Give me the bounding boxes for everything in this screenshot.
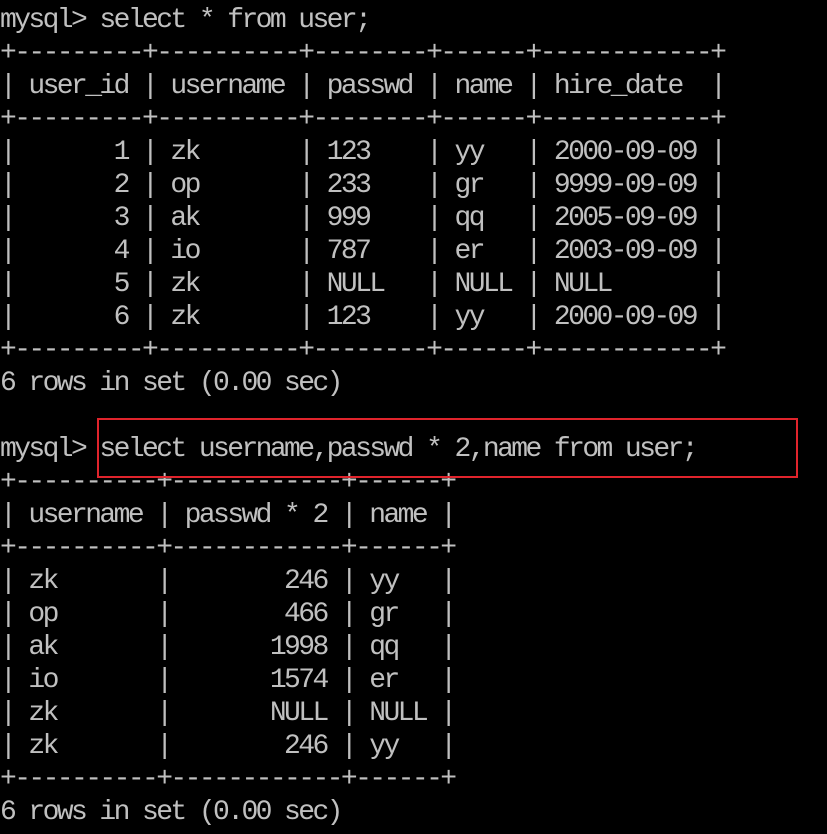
table2-border-top: +----------+------------+------+ xyxy=(0,467,457,498)
table2-row: | op | 466 | gr | xyxy=(0,599,457,630)
table2-header-separator: +----------+------------+------+ xyxy=(0,533,457,564)
table2-border-bottom: +----------+------------+------+ xyxy=(0,764,457,795)
table1-row: | 3 | ak | 999 | qq | 2005-09-09 | xyxy=(0,203,727,234)
table1-row: | 4 | io | 787 | er | 2003-09-09 | xyxy=(0,236,727,267)
table1-row: | 1 | zk | 123 | yy | 2000-09-09 | xyxy=(0,137,727,168)
table2-row: | ak | 1998 | qq | xyxy=(0,632,457,663)
table2-header-row: | username | passwd * 2 | name | xyxy=(0,500,457,531)
terminal-window[interactable]: mysql> select * from user; +---------+--… xyxy=(0,0,827,834)
table2-row: | io | 1574 | er | xyxy=(0,665,457,696)
table2-row: | zk | 246 | yy | xyxy=(0,731,457,762)
table1-row: | 5 | zk | NULL | NULL | NULL | xyxy=(0,269,727,300)
result-summary-2: 6 rows in set (0.00 sec) xyxy=(0,797,343,828)
table1-header-separator: +---------+----------+--------+------+--… xyxy=(0,104,727,135)
prompt-line-query2: mysql> select username,passwd * 2,name f… xyxy=(0,434,699,465)
prompt-line-query1: mysql> select * from user; xyxy=(0,5,372,36)
table1-row: | 6 | zk | 123 | yy | 2000-09-09 | xyxy=(0,302,727,333)
table2-row: | zk | NULL | NULL | xyxy=(0,698,457,729)
table1-border-bottom: +---------+----------+--------+------+--… xyxy=(0,335,727,366)
table1-header-row: | user_id | username | passwd | name | h… xyxy=(0,71,727,102)
table1-border-top: +---------+----------+--------+------+--… xyxy=(0,38,727,69)
table2-row: | zk | 246 | yy | xyxy=(0,566,457,597)
result-summary-1: 6 rows in set (0.00 sec) xyxy=(0,368,343,399)
table1-row: | 2 | op | 233 | gr | 9999-09-09 | xyxy=(0,170,727,201)
